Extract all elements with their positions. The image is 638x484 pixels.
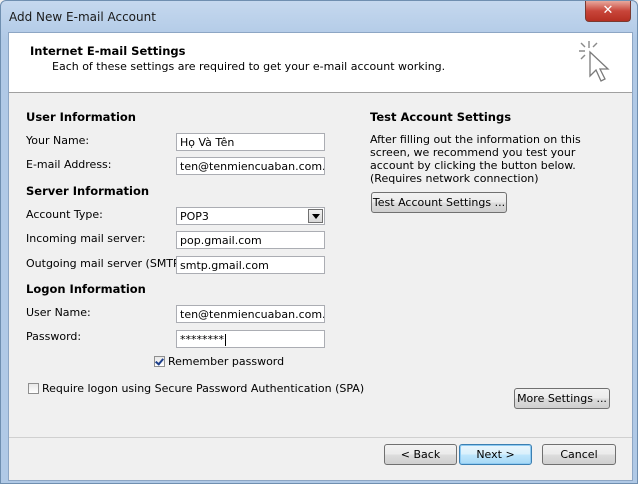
dialog-header: Internet E-mail Settings Each of these s… xyxy=(9,33,632,93)
account-type-select[interactable]: POP3 xyxy=(176,207,325,225)
server-info-heading: Server Information xyxy=(26,184,150,198)
next-button[interactable]: Next > xyxy=(459,444,532,465)
email-address-label: E-mail Address: xyxy=(26,158,112,171)
user-name-label: User Name: xyxy=(26,306,91,319)
dialog-body: Internet E-mail Settings Each of these s… xyxy=(8,32,633,481)
user-name-input[interactable]: ten@tenmiencuaban.com.vn xyxy=(176,305,325,323)
spa-checkbox[interactable] xyxy=(28,383,39,394)
incoming-server-label: Incoming mail server: xyxy=(26,232,146,245)
incoming-server-input[interactable]: pop.gmail.com xyxy=(176,231,325,249)
password-label: Password: xyxy=(26,330,82,343)
header-subtitle: Each of these settings are required to g… xyxy=(52,60,446,73)
user-info-heading: User Information xyxy=(26,110,136,124)
password-input[interactable]: ******** xyxy=(176,330,325,348)
account-type-value: POP3 xyxy=(180,210,209,223)
text-caret xyxy=(225,334,226,346)
divider xyxy=(9,437,632,438)
your-name-label: Your Name: xyxy=(26,134,90,147)
close-button[interactable]: ✕ xyxy=(585,1,631,22)
email-address-input[interactable]: ten@tenmiencuaban.com.vn xyxy=(176,157,325,175)
spa-label[interactable]: Require logon using Secure Password Auth… xyxy=(42,382,364,395)
remember-password-label[interactable]: Remember password xyxy=(168,355,284,368)
window-title: Add New E-mail Account xyxy=(9,10,156,24)
test-settings-description: After filling out the information on thi… xyxy=(370,133,581,185)
account-type-label: Account Type: xyxy=(26,208,103,221)
outgoing-server-input[interactable]: smtp.gmail.com xyxy=(176,256,325,274)
test-settings-heading: Test Account Settings xyxy=(370,110,512,124)
close-icon: ✕ xyxy=(602,3,614,18)
title-bar[interactable]: Add New E-mail Account ✕ xyxy=(1,1,637,33)
header-title: Internet E-mail Settings xyxy=(30,44,186,58)
cursor-sparkle-icon xyxy=(579,41,610,82)
logon-info-heading: Logon Information xyxy=(26,282,146,296)
remember-password-checkbox[interactable] xyxy=(154,356,165,367)
chevron-down-icon[interactable] xyxy=(308,209,323,223)
test-account-settings-button[interactable]: Test Account Settings ... xyxy=(371,192,507,213)
dialog-window: Add New E-mail Account ✕ Internet E-mail… xyxy=(0,0,638,484)
cancel-button[interactable]: Cancel xyxy=(542,444,616,465)
your-name-input[interactable]: Họ Và Tên xyxy=(176,133,325,151)
back-button[interactable]: < Back xyxy=(384,444,457,465)
more-settings-button[interactable]: More Settings ... xyxy=(514,388,610,409)
password-value: ******** xyxy=(180,333,224,346)
outgoing-server-label: Outgoing mail server (SMTP): xyxy=(26,257,188,270)
